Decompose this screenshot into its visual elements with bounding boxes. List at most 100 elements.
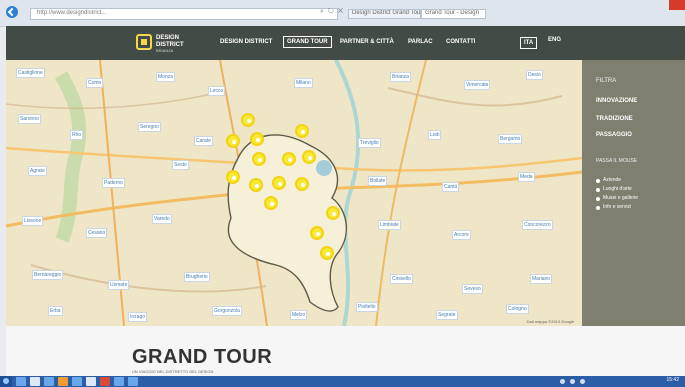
map-base [6,60,582,326]
legend-bullet-icon [596,196,600,201]
map-label: Inzago [128,312,148,322]
map-label: Treviglio [358,138,381,148]
page-content: GRAND TOUR UN VIAGGIO NEL DISTRETTO DEL … [6,326,685,376]
taskbar-icon[interactable] [86,377,96,386]
page-title: GRAND TOUR [132,346,273,368]
filter-title: FILTRA [596,78,617,84]
back-icon[interactable] [6,6,18,18]
legend-label: Info e servizi [603,204,632,210]
taskbar-icon[interactable] [44,377,54,386]
filter-passaggio[interactable]: PASSAGGIO [596,132,632,138]
map-label: Cinisello [390,274,413,284]
taskbar-icon[interactable] [16,377,26,386]
browser-tab-1[interactable]: Design District Grand Tour [348,9,421,19]
map-label: Brugherio [184,272,210,282]
map-label: Rho [70,130,84,140]
map-marker[interactable] [282,152,296,166]
windows-taskbar: 15:42 [0,376,685,387]
map-label: Cantù [442,182,460,192]
map-label: Mariano [530,274,553,284]
menu-design-district[interactable]: DESIGN DISTRICT [220,39,272,45]
map-label: Varedo [152,214,172,224]
map-marker[interactable] [226,134,240,148]
map-label: Brianza [390,72,411,82]
taskbar-icon[interactable] [100,377,110,386]
map-marker[interactable] [295,177,309,191]
map-marker[interactable] [320,246,334,260]
menu-grand-tour[interactable]: GRAND TOUR [283,36,332,48]
close-window-button[interactable] [669,0,685,10]
filter-sidebar: FILTRA INNOVAZIONE TRADIZIONE PASSAGGIO … [582,60,685,326]
map-label: Como [86,78,104,88]
menu-partner-citta[interactable]: PARTNER & CITTÀ [340,39,394,45]
map-label: Milano [294,78,313,88]
brand-subtitle: BRIANZA [156,48,174,53]
taskbar-icon[interactable] [128,377,138,386]
map-marker[interactable] [252,152,266,166]
menu-parlac[interactable]: PARLAC [408,39,433,45]
legend-bullet-icon [596,205,600,210]
language-ita[interactable]: ITA [520,37,538,49]
address-text: http://www.designdistrict... [37,10,107,16]
filter-innovazione[interactable]: INNOVAZIONE [596,98,637,104]
map-label: Desio [526,70,543,80]
map-label: Lecco [208,86,226,96]
map-footer: Dati mappa ©2013 Google [526,319,574,324]
map-label: Bernareggio [32,270,64,280]
legend-item[interactable]: Musei e gallerie [596,194,680,203]
map-label: Seregno [138,122,161,132]
legend-bullet-icon [596,187,600,192]
map-label: Concorezzo [522,220,553,230]
map-label: Bergamo [498,134,523,144]
map-label: Gorgonzola [212,306,242,316]
map-label: Meda [518,172,535,182]
map-label: Paderno [102,178,125,188]
brand-logo[interactable] [136,34,152,50]
legend-item[interactable]: Luoghi d'arte [596,185,680,194]
map-label: Seveso [462,284,483,294]
tray-icon[interactable] [580,379,585,384]
filter-tradizione[interactable]: TRADIZIONE [596,116,633,122]
brand-line-1: DESIGN [156,35,180,41]
taskbar-icon[interactable] [114,377,124,386]
map-marker[interactable] [302,150,316,164]
map-marker[interactable] [241,113,255,127]
map-marker[interactable] [249,178,263,192]
map-marker[interactable] [264,196,278,210]
legend-item[interactable]: Aziende [596,176,680,185]
map-label: Pioltello [356,302,378,312]
brand-name[interactable]: DESIGN DISTRICT [156,35,184,49]
map-label: Lissone [22,216,44,226]
legend-label: Aziende [603,177,622,183]
legend-bullet-icon [596,178,600,183]
taskbar-icon[interactable] [72,377,82,386]
page-subtitle: UN VIAGGIO NEL DISTRETTO DEL DESIGN [132,369,214,374]
map-marker[interactable] [272,176,286,190]
map-marker[interactable] [250,132,264,146]
start-button[interactable] [0,376,12,387]
map-label: Monza [156,72,176,82]
taskbar-icon[interactable] [30,377,40,386]
map-marker[interactable] [310,226,324,240]
browser-tab-2[interactable]: Grand Tour - Design [421,9,486,19]
map-label: Usmate [108,280,130,290]
tray-icon[interactable] [560,379,565,384]
legend-title: PASSA IL MOUSE [596,158,638,164]
clock: 15:42 [666,377,679,383]
address-bar[interactable]: http://www.designdistrict... [30,8,338,20]
menu-contatti[interactable]: CONTATTI [446,39,475,45]
map-label: Cologno [506,304,529,314]
address-actions[interactable]: ⌕ ↻ ✕ [320,8,344,16]
map-marker[interactable] [326,206,340,220]
tray-icon[interactable] [570,379,575,384]
map-marker[interactable] [226,170,240,184]
taskbar-icon[interactable] [58,377,68,386]
map-label: Limbiate [378,220,401,230]
map-label: Carate [194,136,214,146]
language-eng[interactable]: ENG [548,37,561,43]
legend-label: Luoghi d'arte [603,186,632,192]
map-label: Saronno [18,114,41,124]
interactive-map[interactable]: Castiglione Como Monza Lecco Milano Bria… [6,60,582,326]
legend-item[interactable]: Info e servizi [596,203,680,212]
map-marker[interactable] [295,124,309,138]
